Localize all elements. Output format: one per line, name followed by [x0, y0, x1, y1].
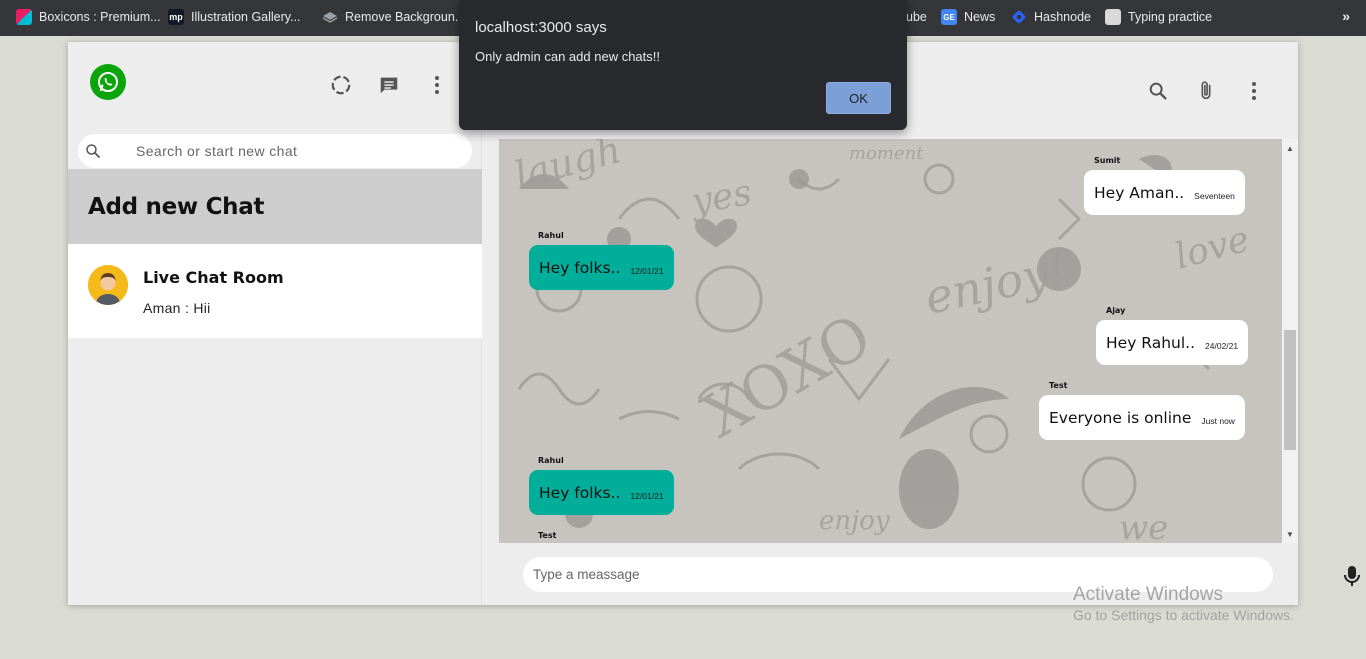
menu-kebab-icon[interactable]: [1240, 77, 1268, 105]
message-bubble: Hey Rahul.. 24/02/21: [1096, 320, 1249, 365]
bookmark-boxicons[interactable]: Boxicons : Premium...: [16, 0, 161, 34]
search-input[interactable]: [136, 140, 456, 162]
sidebar-header: [68, 42, 482, 130]
message-time: 12/01/21: [630, 490, 664, 501]
svg-text:XOXO: XOXO: [692, 301, 883, 452]
message-sender: Rahul: [538, 456, 564, 465]
watermark-subtitle: Go to Settings to activate Windows.: [1073, 607, 1294, 623]
status-icon[interactable]: [327, 71, 355, 99]
svg-text:yes: yes: [686, 172, 754, 223]
bookmark-illustration-gallery[interactable]: mp Illustration Gallery...: [168, 0, 301, 34]
bookmarks-overflow-button[interactable]: »: [1342, 8, 1350, 24]
message-time: 12/01/21: [630, 265, 664, 276]
messages-area: laugh yes enjoy! XOXO love moment we enj…: [499, 139, 1282, 543]
message-text: Hey folks..: [539, 483, 621, 502]
removebg-icon: [322, 9, 338, 25]
svg-text:enjoy!: enjoy!: [920, 242, 1071, 325]
sidebar-search: [78, 134, 472, 168]
typing-icon: [1105, 9, 1121, 25]
message-bubble: Everyone is online Just now: [1039, 395, 1245, 440]
bookmark-typing-practice[interactable]: Typing practice: [1105, 0, 1212, 34]
activate-windows-watermark: Activate Windows Go to Settings to activ…: [1073, 584, 1294, 623]
hashnode-icon: [1011, 9, 1027, 25]
microphone-icon[interactable]: [1343, 564, 1361, 593]
avatar: [88, 265, 128, 305]
chat-list-item[interactable]: Live Chat Room Aman : Hii: [68, 244, 482, 339]
message-text: Everyone is online: [1049, 408, 1192, 427]
message-bubble: Hey Aman.. Seventeen: [1084, 170, 1245, 215]
message-time: 24/02/21: [1205, 340, 1239, 351]
alert-ok-button[interactable]: OK: [826, 82, 891, 114]
alert-message: Only admin can add new chats!!: [475, 49, 660, 64]
svg-text:love: love: [1171, 219, 1254, 278]
alert-title: localhost:3000 says: [475, 19, 607, 36]
message-text: Hey Aman..: [1094, 183, 1185, 202]
watermark-title: Activate Windows: [1073, 584, 1223, 605]
message-time: Seventeen: [1194, 190, 1235, 201]
sidebar: Add new Chat Live Chat Room Aman : Hii ▼: [68, 42, 495, 605]
mp-icon: mp: [168, 9, 184, 25]
svg-text:moment: moment: [849, 143, 924, 164]
search-icon[interactable]: [1144, 77, 1172, 105]
scrollbar-thumb[interactable]: [1284, 330, 1296, 450]
add-new-chat-button[interactable]: Add new Chat: [68, 169, 482, 244]
message-sender: Test: [1049, 381, 1068, 390]
message-sender: Rahul: [538, 231, 564, 240]
message-sender: Ajay: [1106, 306, 1126, 315]
message-text: Hey folks..: [539, 258, 621, 277]
search-icon: [84, 142, 102, 165]
whatsapp-logo-icon[interactable]: [90, 64, 126, 100]
attach-icon[interactable]: [1192, 77, 1220, 105]
svg-text:we: we: [1119, 508, 1168, 543]
boxicons-icon: [16, 9, 32, 25]
google-news-icon: GE: [941, 9, 957, 25]
bookmark-news[interactable]: GE News: [941, 0, 995, 34]
scroll-up-arrow-icon[interactable]: ▲: [1286, 144, 1294, 153]
chat-last-message: Aman : Hii: [143, 300, 211, 316]
message-sender: Sumit: [1094, 156, 1121, 165]
message-text: Hey Rahul..: [1106, 333, 1196, 352]
alert-dialog: localhost:3000 says Only admin can add n…: [459, 0, 907, 130]
chat-title: Live Chat Room: [143, 268, 284, 287]
add-new-chat-label: Add new Chat: [88, 193, 265, 220]
svg-text:enjoy: enjoy: [819, 506, 890, 536]
scroll-down-arrow-icon[interactable]: ▼: [1286, 530, 1294, 539]
messages-scrollbar[interactable]: ▲ ▼: [1282, 139, 1298, 543]
message-bubble: Hey folks.. 12/01/21: [529, 245, 674, 290]
bookmark-youtube[interactable]: ube: [906, 0, 927, 34]
message-time: Just now: [1201, 415, 1235, 426]
bookmark-hashnode[interactable]: Hashnode: [1011, 0, 1091, 34]
message-bubble: Hey folks.. 12/01/21: [529, 470, 674, 515]
menu-kebab-icon[interactable]: [423, 71, 451, 99]
message-sender: Test: [538, 531, 557, 540]
new-chat-icon[interactable]: [375, 71, 403, 99]
bookmark-remove-background[interactable]: Remove Backgroun...: [322, 0, 465, 34]
